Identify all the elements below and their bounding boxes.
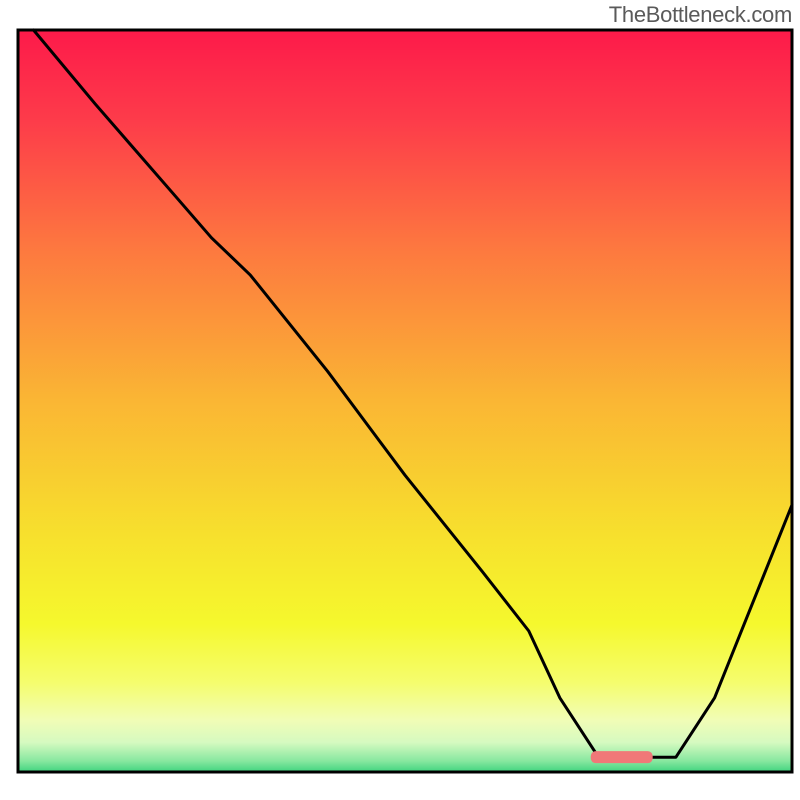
watermark-text: TheBottleneck.com <box>609 2 792 28</box>
chart-background <box>18 30 792 772</box>
bottleneck-chart <box>0 0 800 800</box>
chart-container: TheBottleneck.com <box>0 0 800 800</box>
optimal-marker <box>591 751 653 763</box>
